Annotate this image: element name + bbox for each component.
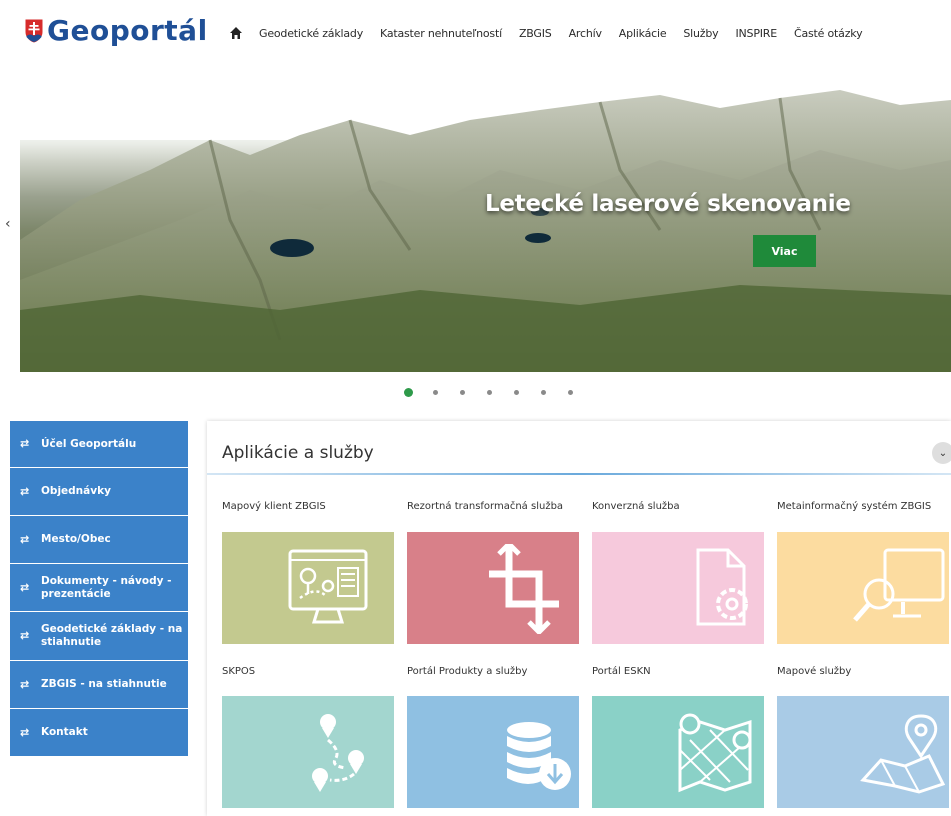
site-logo[interactable]: Geoportál — [24, 14, 208, 47]
map-location-icon — [860, 714, 946, 794]
sidebar-item-objednavky[interactable]: ⇄ Objednávky — [10, 468, 188, 516]
nav-geodeticke-zaklady[interactable]: Geodetické základy — [259, 27, 363, 40]
tile-mapove-sluzby[interactable] — [777, 696, 949, 808]
link-icon: ⇄ — [20, 437, 30, 451]
sidebar-item-ucel[interactable]: ⇄ Účel Geoportálu — [10, 421, 188, 468]
sidebar-item-dokumenty[interactable]: ⇄ Dokumenty - návody - prezentácie — [10, 564, 188, 612]
sidebar-item-label: Objednávky — [41, 485, 111, 498]
sidebar-item-zbgis[interactable]: ⇄ ZBGIS - na stiahnutie — [10, 661, 188, 709]
sidebar-menu: ⇄ Účel Geoportálu ⇄ Objednávky ⇄ Mesto/O… — [10, 421, 188, 757]
carousel-dot[interactable] — [433, 390, 438, 395]
link-icon: ⇄ — [20, 629, 30, 643]
tile-label: Portál ESKN — [592, 666, 651, 677]
sidebar-item-label: ZBGIS - na stiahnutie — [41, 678, 167, 691]
carousel-dot[interactable] — [460, 390, 465, 395]
mountain-image — [20, 80, 951, 372]
link-icon: ⇄ — [20, 677, 30, 691]
carousel-indicators — [404, 388, 573, 397]
nav-sluzby[interactable]: Služby — [683, 27, 718, 40]
hero-more-button[interactable]: Viac — [753, 235, 816, 267]
main-nav: Geodetické základy Kataster nehnuteľnost… — [229, 26, 863, 40]
tile-label: Metainformačný systém ZBGIS — [777, 501, 932, 512]
crop-transform-icon — [489, 544, 559, 634]
apps-services-panel: Aplikácie a služby ⌄ Mapový klient ZBGIS… — [207, 421, 951, 816]
link-icon: ⇄ — [20, 484, 30, 498]
tile-skpos[interactable] — [222, 696, 394, 808]
hero-title: Letecké laserové skenovanie — [485, 191, 851, 217]
nav-inspire[interactable]: INSPIRE — [735, 27, 777, 40]
tile-label: Portál Produkty a služby — [407, 666, 528, 677]
tile-label: Mapové služby — [777, 666, 852, 677]
sidebar-item-kontakt[interactable]: ⇄ Kontakt — [10, 709, 188, 757]
search-monitor-icon — [853, 548, 945, 622]
file-gear-icon — [696, 548, 748, 626]
chevron-down-icon[interactable]: ⌄ — [932, 442, 951, 464]
sidebar-item-label: Mesto/Obec — [41, 533, 111, 546]
panel-divider — [207, 473, 951, 475]
tile-label: Konverzná služba — [592, 501, 680, 512]
hero-carousel: Letecké laserové skenovanie Viac — [20, 80, 951, 372]
nav-kataster[interactable]: Kataster nehnuteľností — [380, 27, 502, 40]
tile-label: Rezortná transformačná služba — [407, 501, 564, 512]
tile-metainformacny-system[interactable] — [777, 532, 949, 644]
nav-zbgis[interactable]: ZBGIS — [519, 27, 552, 40]
sidebar-item-label: Kontakt — [41, 726, 88, 739]
header: Geoportál Geodetické základy Kataster ne… — [0, 0, 951, 72]
tile-konverzna-sluzba[interactable] — [592, 532, 764, 644]
nav-aplikacie[interactable]: Aplikácie — [619, 27, 667, 40]
carousel-dot[interactable] — [541, 390, 546, 395]
carousel-dot[interactable] — [568, 390, 573, 395]
tile-mapovy-klient[interactable] — [222, 532, 394, 644]
panel-title: Aplikácie a služby — [222, 443, 374, 463]
tile-transformacna-sluzba[interactable] — [407, 532, 579, 644]
tile-label: Mapový klient ZBGIS — [222, 501, 326, 512]
nav-archiv[interactable]: Archív — [569, 27, 602, 40]
link-icon: ⇄ — [20, 580, 30, 594]
route-pins-icon — [312, 714, 364, 792]
sidebar-item-mesto-obec[interactable]: ⇄ Mesto/Obec — [10, 516, 188, 564]
logo-text: Geoportál — [47, 14, 208, 47]
map-screen-icon — [288, 549, 368, 624]
link-icon: ⇄ — [20, 725, 30, 739]
carousel-dot[interactable] — [487, 390, 492, 395]
nav-caste-otazky[interactable]: Časté otázky — [794, 27, 863, 40]
database-download-icon — [507, 722, 571, 790]
carousel-dot[interactable] — [404, 388, 413, 397]
sidebar-item-label: Účel Geoportálu — [41, 437, 137, 450]
carousel-dot[interactable] — [514, 390, 519, 395]
map-pin-icon — [678, 713, 752, 793]
link-icon: ⇄ — [20, 532, 30, 546]
slovak-shield-icon — [24, 18, 44, 44]
home-icon[interactable] — [229, 26, 243, 40]
sidebar-item-geodeticke-zaklady[interactable]: ⇄ Geodetické základy - na stiahnutie — [10, 612, 188, 661]
tile-portal-produkty[interactable] — [407, 696, 579, 808]
carousel-prev-icon[interactable]: ‹ — [5, 216, 11, 232]
tile-portal-eskn[interactable] — [592, 696, 764, 808]
tile-label: SKPOS — [222, 666, 256, 677]
sidebar-item-label: Geodetické základy - na stiahnutie — [41, 623, 183, 648]
sidebar-item-label: Dokumenty - návody - prezentácie — [41, 574, 172, 600]
